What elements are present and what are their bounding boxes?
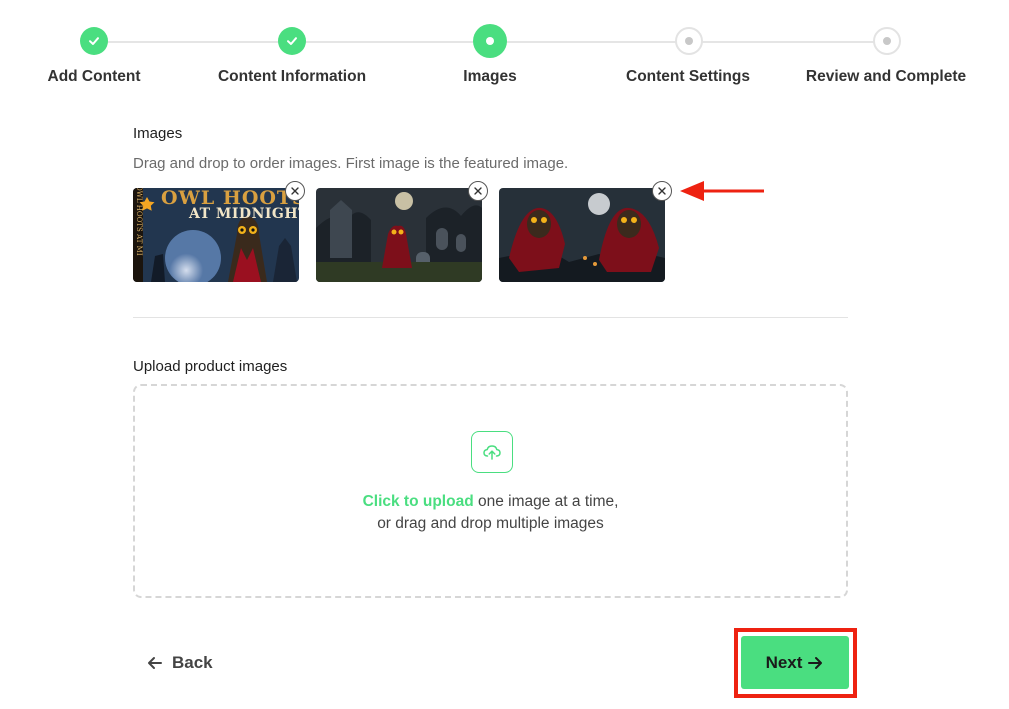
step-5-pending-dot — [873, 27, 901, 55]
step-3-active-dot — [473, 24, 507, 58]
step-2-complete-dot — [278, 27, 306, 55]
close-icon — [658, 187, 666, 195]
image-thumbnail-3[interactable] — [499, 188, 665, 282]
click-to-upload-link[interactable]: Click to upload — [363, 493, 474, 510]
step-1-complete-dot — [80, 27, 108, 55]
book-cover-title-line2: AT MIDNIGHT — [189, 206, 299, 222]
step-4-pending-dot — [675, 27, 703, 55]
close-icon — [291, 187, 299, 195]
upload-instructions-line2: or drag and drop multiple images — [377, 515, 604, 532]
active-dot-icon — [486, 37, 494, 45]
upload-section-title: Upload product images — [133, 358, 288, 375]
upload-button[interactable] — [471, 431, 513, 473]
remove-image-3-button[interactable] — [652, 181, 672, 201]
images-order-hint: Drag and drop to order images. First ima… — [133, 155, 569, 172]
images-section-title: Images — [133, 125, 183, 142]
back-button-label: Back — [172, 653, 213, 672]
image-thumbnail-2[interactable] — [316, 188, 482, 282]
step-4-label: Content Settings — [626, 68, 750, 85]
check-icon — [89, 37, 99, 45]
upload-instructions-line1: Click to upload one image at a time, — [135, 493, 846, 511]
remove-image-1-button[interactable] — [285, 181, 305, 201]
image-dropzone[interactable]: Click to upload one image at a time, or … — [133, 384, 848, 598]
image-thumbnail-1[interactable]: OWL HOOTS AT MIDNIGHT OWL HOOTS AT MI — [133, 188, 299, 282]
remove-image-2-button[interactable] — [468, 181, 488, 201]
cloud-upload-icon — [483, 445, 501, 460]
owls-image — [499, 188, 665, 282]
next-button-label: Next — [765, 652, 803, 672]
next-button[interactable]: Next — [741, 636, 849, 689]
step-1-label: Add Content — [47, 68, 141, 85]
section-divider — [133, 317, 848, 318]
graveyard-image — [316, 188, 482, 282]
progress-stepper: Add Content Content Information Images C… — [0, 0, 1009, 100]
arrow-right-icon — [808, 656, 823, 669]
check-icon — [287, 37, 297, 45]
arrow-left-icon — [148, 657, 162, 669]
pending-dot-icon — [883, 37, 891, 45]
content-wizard-page: Add Content Content Information Images C… — [0, 0, 1009, 709]
upload-instructions-text: one image at a time, — [473, 493, 619, 510]
annotation-arrow-icon — [680, 181, 764, 201]
pending-dot-icon — [685, 37, 693, 45]
step-2-label: Content Information — [217, 68, 367, 85]
book-spine-text: OWL HOOTS AT MI — [135, 188, 143, 256]
back-button[interactable]: Back — [146, 650, 213, 676]
step-5-label: Review and Complete — [805, 68, 967, 85]
step-3-label: Images — [463, 68, 517, 85]
close-icon — [474, 187, 482, 195]
